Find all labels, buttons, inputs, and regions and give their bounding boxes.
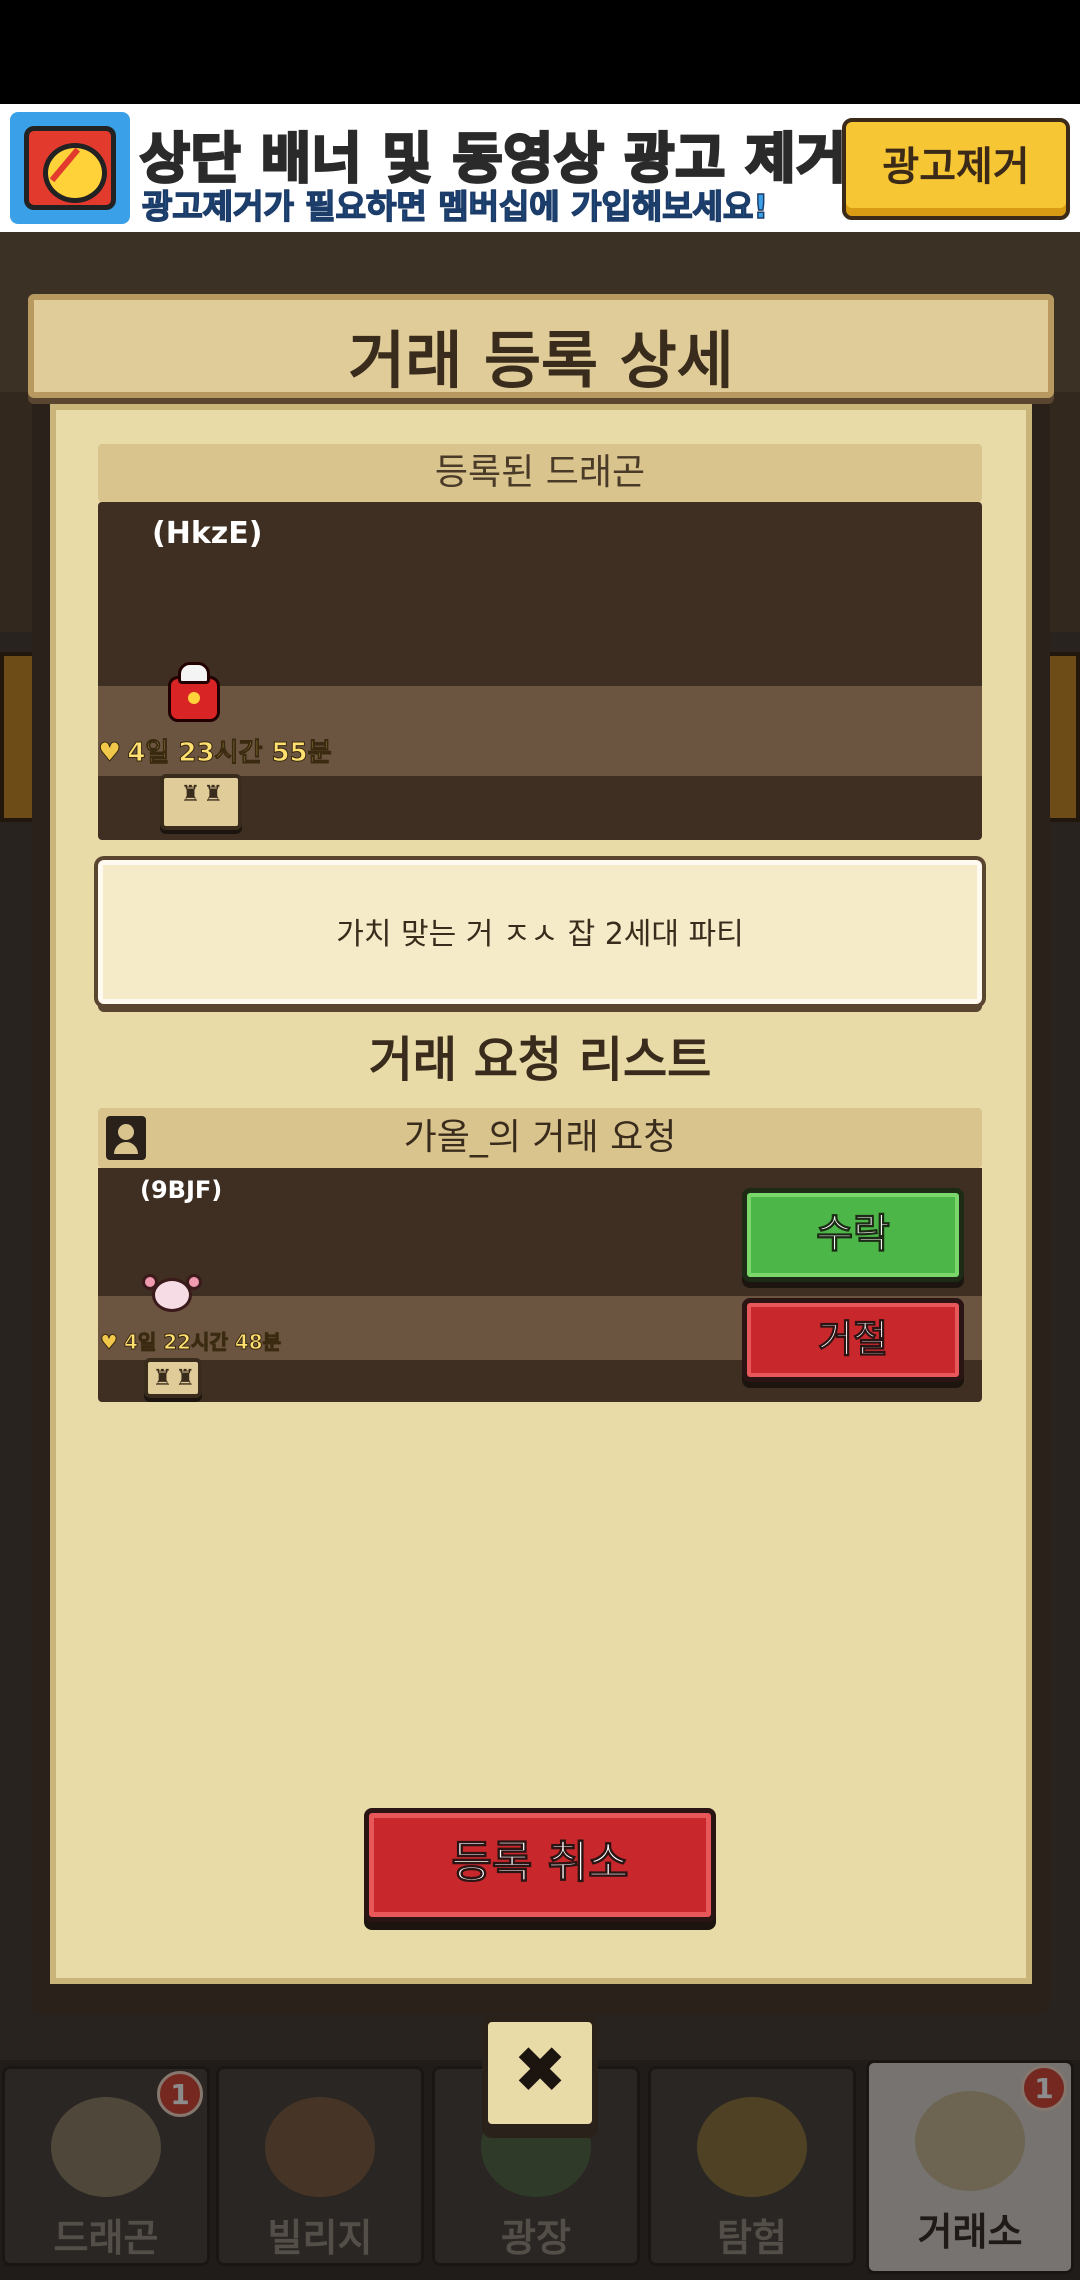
timer-text: 4일 22시간 48분	[123, 1330, 282, 1355]
request-header: 가올_의 거래 요청	[98, 1108, 982, 1168]
accept-button[interactable]: 수락	[742, 1188, 964, 1282]
no-ads-tv-icon	[10, 112, 130, 224]
dragon-code: (HkzE)	[152, 516, 263, 551]
ad-banner[interactable]: 상단 배너 및 동영상 광고 제거! 광고제거가 필요하면 멤버십에 가입해보세…	[0, 104, 1080, 232]
ad-subtitle: 광고제거가 필요하면 멤버십에 가입해보세요!	[141, 186, 769, 227]
dialog-header: 거래 등록 상세	[28, 294, 1054, 398]
app-screen: 상단 배너 및 동영상 광고 제거! 광고제거가 필요하면 멤버십에 가입해보세…	[0, 0, 1080, 2280]
red-dragon-sprite	[164, 662, 224, 724]
reject-button[interactable]: 거절	[742, 1298, 964, 1382]
close-icon[interactable]: ✖	[482, 2016, 598, 2130]
status-bar	[0, 0, 1080, 104]
dragon-timer: ♥ 4일 23시간 55분	[98, 732, 332, 769]
dialog-title: 거래 등록 상세	[348, 324, 734, 397]
registered-dragon-card[interactable]: (HkzE) ♥ 4일 23시간 55분	[98, 502, 982, 840]
trade-description-box: 가치 맞는 거 ㅈㅅ 잡 2세대 파티	[98, 860, 982, 1004]
pink-dragon-sprite	[142, 1270, 202, 1316]
trade-description: 가치 맞는 거 ㅈㅅ 잡 2세대 파티	[336, 917, 744, 952]
request-header-text: 가올_의 거래 요청	[403, 1117, 677, 1158]
registered-dragon-section-title: 등록된 드래곤	[98, 444, 982, 502]
dragon-timer: ♥ 4일 22시간 48분	[100, 1326, 282, 1355]
heart-icon: ♥	[100, 1330, 119, 1355]
remove-ads-button[interactable]: 광고제거	[842, 118, 1070, 220]
dragon-code: (9BJF)	[140, 1176, 223, 1204]
timer-text: 4일 23시간 55분	[127, 738, 332, 769]
dragon-slot-icon	[144, 1358, 202, 1398]
request-list-heading: 거래 요청 리스트	[368, 1032, 712, 1088]
heart-icon: ♥	[98, 738, 122, 769]
cancel-registration-button[interactable]: 등록 취소	[364, 1808, 716, 1922]
dragon-slot-icon	[160, 774, 242, 830]
